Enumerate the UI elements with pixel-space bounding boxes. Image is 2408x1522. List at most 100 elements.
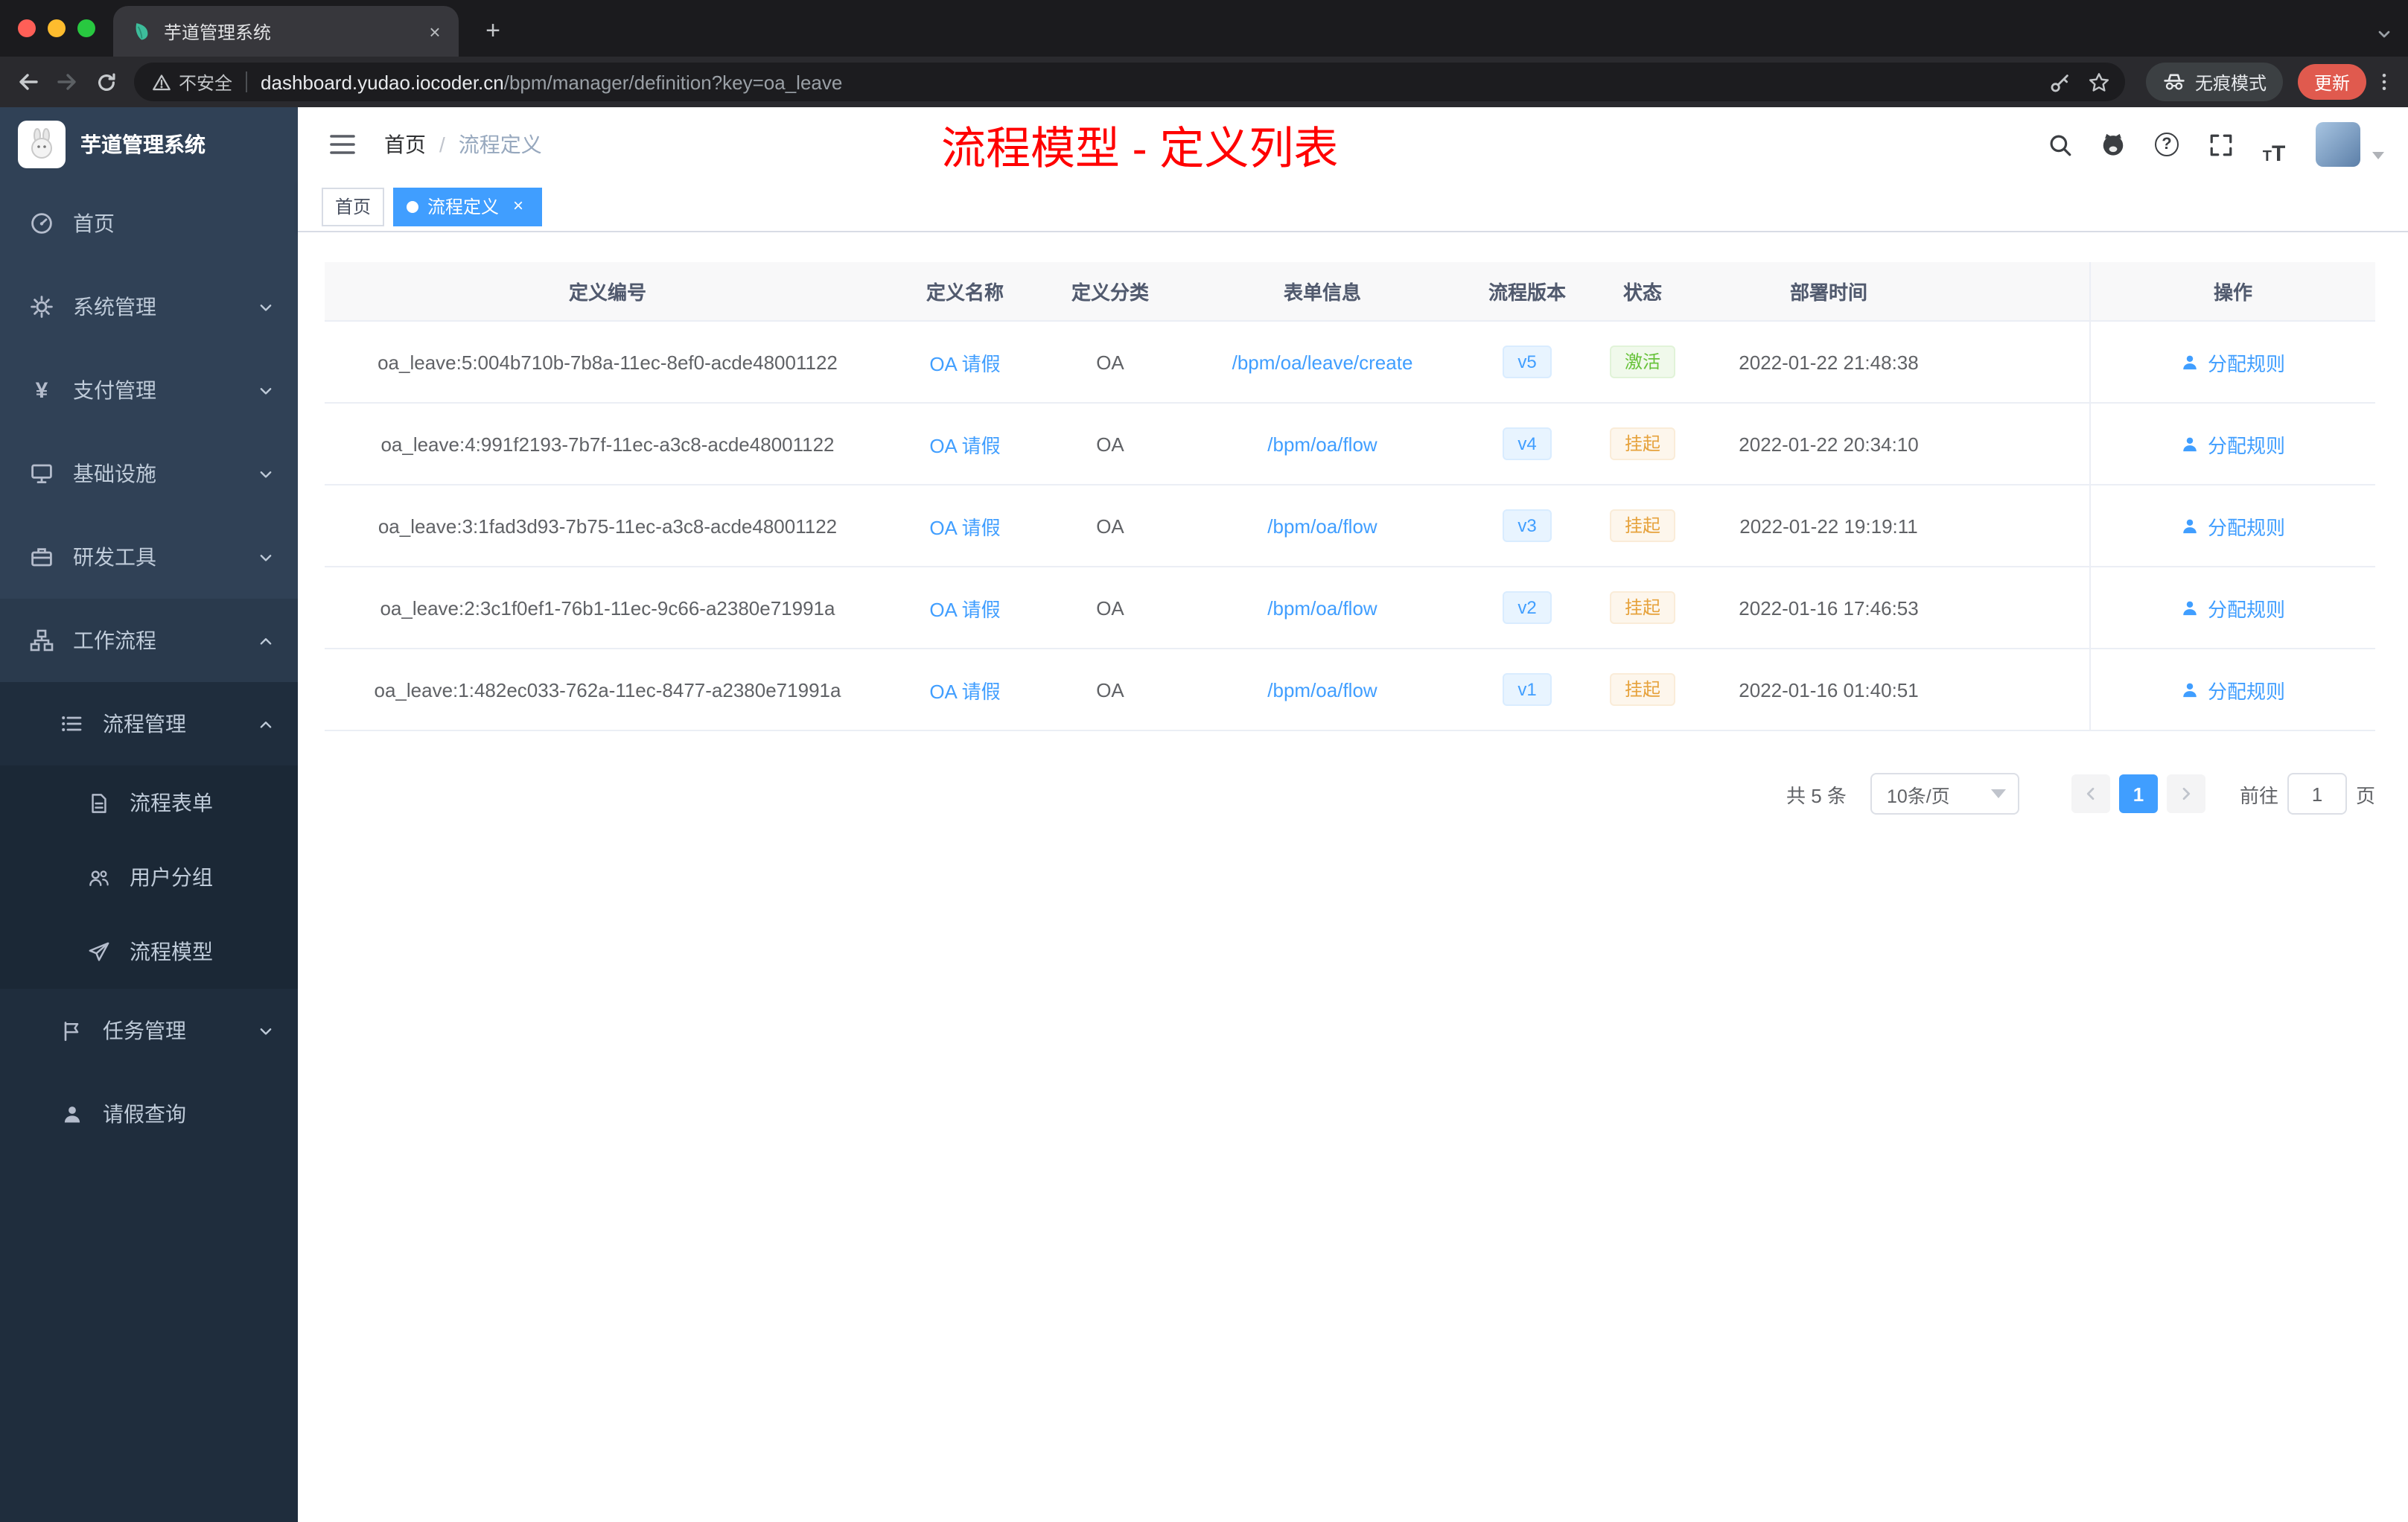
github-icon[interactable] xyxy=(2092,124,2134,165)
form-link[interactable]: /bpm/oa/flow xyxy=(1267,433,1377,455)
definition-name-link[interactable]: OA 请假 xyxy=(929,348,1000,376)
status-badge: 挂起 xyxy=(1609,427,1675,460)
forward-button[interactable] xyxy=(48,63,86,101)
breadcrumb-home[interactable]: 首页 xyxy=(384,130,426,159)
avatar-dropdown-caret-icon xyxy=(2372,151,2384,159)
users-icon xyxy=(86,866,110,888)
sidebar-item-infrastructure[interactable]: 基础设施 xyxy=(0,432,298,515)
document-icon xyxy=(86,792,110,814)
reload-button[interactable] xyxy=(86,63,125,101)
assign-rule-link[interactable]: 分配规则 xyxy=(2181,512,2285,540)
dashboard-icon xyxy=(30,211,54,235)
sidebar-item-leave-query[interactable]: 请假查询 xyxy=(0,1072,298,1156)
sidebar-item-workflow[interactable]: 工作流程 xyxy=(0,599,298,682)
goto-unit: 页 xyxy=(2355,784,2375,806)
url-path: /bpm/manager/definition?key=oa_leave xyxy=(503,71,843,93)
assign-rule-link[interactable]: 分配规则 xyxy=(2181,593,2285,622)
hamburger-icon[interactable] xyxy=(322,124,363,165)
definition-name-link[interactable]: OA 请假 xyxy=(929,512,1000,540)
table-row: oa_leave:1:482ec033-762a-11ec-8477-a2380… xyxy=(325,649,2375,731)
version-badge: v2 xyxy=(1503,591,1552,624)
definition-name-link[interactable]: OA 请假 xyxy=(929,430,1000,458)
assign-rule-link[interactable]: 分配规则 xyxy=(2181,430,2285,458)
column-header-status: 状态 xyxy=(1622,281,1662,304)
fullscreen-icon[interactable] xyxy=(2200,124,2241,165)
security-chip[interactable]: 不安全 xyxy=(152,69,232,95)
breadcrumb-current: 流程定义 xyxy=(458,133,542,156)
address-bar[interactable]: 不安全 dashboard.yudao.iocoder.cn/bpm/manag… xyxy=(134,63,2125,101)
assign-rule-link[interactable]: 分配规则 xyxy=(2181,675,2285,704)
user-icon xyxy=(60,1103,83,1125)
goto-label: 前往 xyxy=(2239,784,2278,806)
form-link[interactable]: /bpm/oa/flow xyxy=(1267,678,1377,701)
tab-search-chevron-icon[interactable] xyxy=(2375,25,2393,43)
definition-name-link[interactable]: OA 请假 xyxy=(929,675,1000,704)
page-annotation: 流程模型 - 定义列表 xyxy=(941,125,1339,174)
sidebar-item-process-model[interactable]: 流程模型 xyxy=(0,914,298,989)
sidebar-item-user-group[interactable]: 用户分组 xyxy=(0,840,298,914)
page-number-button[interactable]: 1 xyxy=(2118,774,2158,813)
sidebar-item-home[interactable]: 首页 xyxy=(0,182,298,265)
toolbox-icon xyxy=(30,545,54,569)
sidebar-item-task-management[interactable]: 任务管理 xyxy=(0,989,298,1072)
update-button[interactable]: 更新 xyxy=(2297,64,2366,100)
definition-category: OA xyxy=(1096,678,1124,701)
browser-menu-icon[interactable] xyxy=(2369,63,2399,101)
tag-process-definition[interactable]: 流程定义 × xyxy=(393,187,543,226)
definition-id: oa_leave:3:1fad3d93-7b75-11ec-a3c8-acde4… xyxy=(378,515,838,537)
incognito-label: 无痕模式 xyxy=(2194,72,2267,93)
sidebar-item-label: 支付管理 xyxy=(73,378,156,402)
version-badge: v4 xyxy=(1503,427,1552,460)
new-tab-button[interactable]: + xyxy=(474,12,512,51)
user-icon xyxy=(2184,436,2197,451)
form-link[interactable]: /bpm/oa/leave/create xyxy=(1232,351,1413,373)
table-row: oa_leave:5:004b710b-7b8a-11ec-8ef0-acde4… xyxy=(325,322,2375,404)
tag-close-icon[interactable]: × xyxy=(508,195,529,217)
prev-page-button[interactable] xyxy=(2071,774,2110,813)
back-button[interactable] xyxy=(9,63,48,101)
column-header-id: 定义编号 xyxy=(568,281,646,304)
goto-page-input[interactable] xyxy=(2287,773,2347,815)
sidebar-menu: 首页 系统管理 ¥ 支付管理 基础设施 研发工具 工作流程 流程管理 流程表单 … xyxy=(0,182,298,1156)
key-icon[interactable] xyxy=(2042,63,2080,101)
minimize-window-button[interactable] xyxy=(48,19,66,37)
sidebar-logo[interactable]: 芋道管理系统 xyxy=(0,107,298,182)
breadcrumb-separator: / xyxy=(439,133,445,156)
sidebar-item-label: 工作流程 xyxy=(73,628,156,652)
pagination: 共 5 条 10条/页 1 前往 页 xyxy=(325,773,2375,815)
page-size-select[interactable]: 10条/页 xyxy=(1870,773,2019,815)
sidebar-item-dev-tools[interactable]: 研发工具 xyxy=(0,515,298,599)
user-avatar[interactable] xyxy=(2316,122,2360,167)
user-icon xyxy=(2184,354,2197,369)
user-icon xyxy=(2184,518,2197,533)
form-link[interactable]: /bpm/oa/flow xyxy=(1267,515,1377,537)
zoom-window-button[interactable] xyxy=(77,19,95,37)
monitor-icon xyxy=(30,462,54,485)
sidebar-item-process-management[interactable]: 流程管理 xyxy=(0,682,298,765)
sidebar-item-process-form[interactable]: 流程表单 xyxy=(0,765,298,840)
column-header-actions: 操作 xyxy=(2089,262,2375,320)
sidebar-item-label: 研发工具 xyxy=(73,545,156,569)
assign-rule-link[interactable]: 分配规则 xyxy=(2181,348,2285,376)
search-icon[interactable] xyxy=(2039,124,2080,165)
browser-tab[interactable]: 芋道管理系统 × xyxy=(113,6,459,57)
chevron-down-icon xyxy=(258,382,274,398)
font-size-icon[interactable]: TT xyxy=(2253,124,2295,165)
bookmark-star-icon[interactable] xyxy=(2080,63,2119,101)
close-window-button[interactable] xyxy=(18,19,36,37)
sidebar-item-system[interactable]: 系统管理 xyxy=(0,265,298,348)
tab-close-icon[interactable]: × xyxy=(423,19,447,43)
status-badge: 挂起 xyxy=(1609,509,1675,542)
help-icon[interactable]: ? xyxy=(2146,124,2188,165)
sidebar-item-payment[interactable]: ¥ 支付管理 xyxy=(0,348,298,432)
definition-name-link[interactable]: OA 请假 xyxy=(929,593,1000,622)
chevron-down-icon xyxy=(258,299,274,315)
form-link[interactable]: /bpm/oa/flow xyxy=(1267,596,1377,619)
app-title: 芋道管理系统 xyxy=(80,133,206,156)
next-page-button[interactable] xyxy=(2166,774,2205,813)
gear-icon xyxy=(30,295,54,319)
deploy-time: 2022-01-16 01:40:51 xyxy=(1739,678,1919,701)
tag-home[interactable]: 首页 xyxy=(322,187,385,226)
definition-table: 定义编号 定义名称 定义分类 表单信息 流程版本 状态 部署时间 操作 oa_l… xyxy=(325,262,2375,731)
sidebar-item-label: 系统管理 xyxy=(73,295,156,319)
